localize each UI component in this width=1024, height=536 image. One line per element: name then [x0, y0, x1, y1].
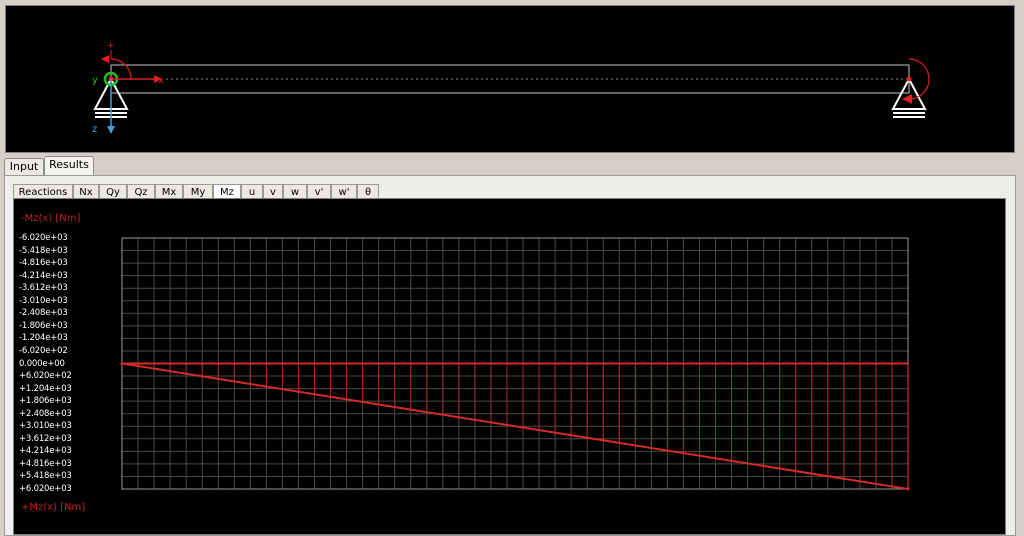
plus-label: + — [107, 41, 115, 51]
z-axis-arrowhead — [107, 126, 115, 134]
tab-input[interactable]: Input — [4, 158, 44, 175]
mz-point — [906, 487, 910, 491]
chart-svg — [120, 237, 910, 491]
results-panel: Reactions Nx Qy Qz Mx My Mz u v w v' w' … — [4, 175, 1016, 536]
mz-point — [120, 362, 124, 365]
tab-results[interactable]: Results — [44, 156, 94, 175]
y-axis-label: y — [92, 75, 98, 86]
right-moment-arrowhead — [902, 94, 912, 104]
right-moment-arc-icon — [908, 58, 930, 100]
left-moment-arc-icon — [110, 58, 132, 80]
right-node-dot — [906, 76, 912, 82]
left-moment-arrowhead — [101, 55, 109, 63]
right-support[interactable] — [891, 58, 930, 118]
mz-plot[interactable]: -Mz(x) [Nm] +Mz(x) [Nm] -6.020e+03 -5.418… — [13, 198, 1006, 535]
x-axis-label: x — [158, 75, 164, 86]
beam-model-view[interactable]: x z y + — [5, 5, 1015, 153]
z-axis-label: z — [92, 124, 97, 135]
